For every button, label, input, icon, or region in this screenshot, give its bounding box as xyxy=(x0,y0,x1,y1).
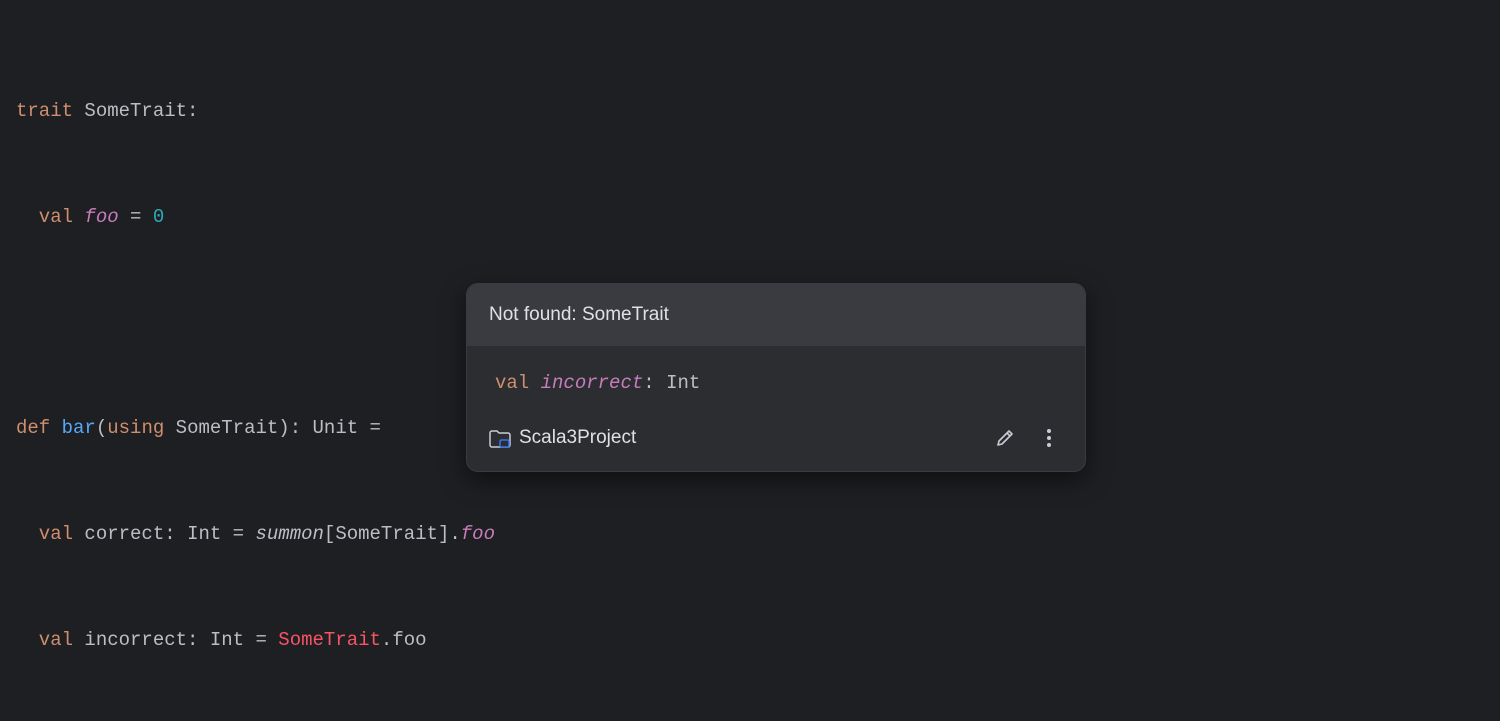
punct: ( xyxy=(96,417,107,439)
keyword-using: using xyxy=(107,417,164,439)
identifier: incorrect xyxy=(84,629,187,651)
type-name: Unit xyxy=(313,417,359,439)
edit-icon[interactable] xyxy=(991,424,1019,452)
operator: = xyxy=(119,206,153,228)
punct: : xyxy=(164,523,187,545)
error-tooltip: Not found: SomeTrait val incorrect: Int … xyxy=(466,283,1086,472)
type-name: Int xyxy=(210,629,244,651)
code-line: val correct: Int = summon[SomeTrait].foo xyxy=(16,512,1484,557)
project-name: Scala3Project xyxy=(519,423,975,453)
error-text: SomeTrait xyxy=(278,629,381,651)
type-name: Int xyxy=(187,523,221,545)
folder-icon xyxy=(489,430,509,446)
property-access: foo xyxy=(461,523,495,545)
identifier: correct xyxy=(84,523,164,545)
type-name: SomeTrait xyxy=(84,100,187,122)
punct: . xyxy=(381,629,392,651)
type-name: Int xyxy=(666,372,700,394)
operator: = xyxy=(358,417,381,439)
keyword-val: val xyxy=(39,206,73,228)
punct: : xyxy=(290,417,313,439)
tooltip-footer: Scala3Project xyxy=(467,409,1085,471)
punct: ] xyxy=(438,523,449,545)
tooltip-header: Not found: SomeTrait xyxy=(467,284,1085,346)
number-literal: 0 xyxy=(153,206,164,228)
summon-call: summon xyxy=(256,523,324,545)
keyword-val: val xyxy=(39,629,73,651)
keyword-val: val xyxy=(495,372,529,394)
type-name: SomeTrait xyxy=(335,523,438,545)
type-name: SomeTrait xyxy=(176,417,279,439)
property-access: foo xyxy=(392,629,426,651)
punct: : xyxy=(187,100,198,122)
keyword-val: val xyxy=(39,523,73,545)
code-line: trait SomeTrait: xyxy=(16,89,1484,134)
punct: : xyxy=(187,629,210,651)
code-line: val foo = 0 xyxy=(16,195,1484,240)
code-line: val incorrect: Int = SomeTrait.foo xyxy=(16,618,1484,663)
operator: = xyxy=(244,629,278,651)
punct: . xyxy=(449,523,460,545)
keyword-def: def xyxy=(16,417,50,439)
punct: ) xyxy=(278,417,289,439)
function-name: bar xyxy=(62,417,96,439)
identifier: foo xyxy=(84,206,118,228)
more-icon[interactable] xyxy=(1035,424,1063,452)
punct: [ xyxy=(324,523,335,545)
tooltip-body: val incorrect: Int xyxy=(467,346,1085,408)
identifier: incorrect xyxy=(541,372,644,394)
operator: = xyxy=(221,523,255,545)
punct: : xyxy=(643,372,666,394)
keyword-trait: trait xyxy=(16,100,73,122)
